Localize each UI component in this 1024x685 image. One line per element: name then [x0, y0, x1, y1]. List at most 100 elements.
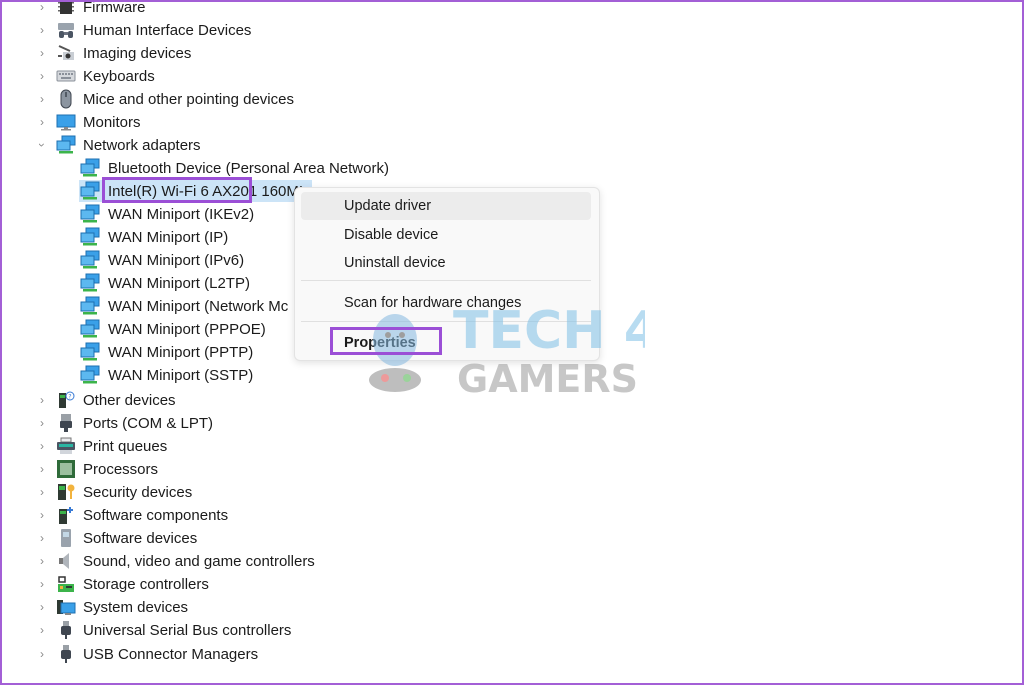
menu-item-disable-device[interactable]: Disable device — [301, 221, 591, 249]
network-adapter-icon — [80, 273, 100, 292]
chevron-right-icon[interactable]: › — [36, 619, 48, 641]
network-adapter-icon — [80, 227, 100, 246]
tree-item-label: WAN Miniport (L2TP) — [108, 274, 250, 292]
camera-icon — [58, 45, 74, 60]
annotation-highlight-box — [330, 327, 442, 355]
tree-item-usb-controllers[interactable]: › Universal Serial Bus controllers — [0, 619, 400, 641]
network-child-item[interactable]: Bluetooth Device (Personal Area Network) — [0, 157, 400, 179]
tree-item-label: System devices — [83, 598, 189, 616]
tree-item-label: Software devices — [83, 529, 198, 547]
tree-item-label: Software components — [83, 506, 229, 524]
network-adapter-icon — [80, 204, 100, 223]
chevron-right-icon[interactable]: › — [36, 458, 48, 480]
processor-icon — [57, 460, 75, 478]
network-adapter-icon — [80, 181, 100, 200]
chevron-down-icon[interactable]: › — [31, 139, 53, 151]
firmware-chip-icon — [58, 0, 74, 14]
tree-item-other-devices[interactable]: › ? Other devices — [0, 389, 400, 411]
tree-item-label: USB Connector Managers — [83, 645, 259, 663]
annotation-highlight-box — [102, 177, 252, 203]
tree-item-print-queues[interactable]: › Print queues — [0, 435, 400, 457]
chevron-right-icon[interactable]: › — [36, 527, 48, 549]
tree-item-label: WAN Miniport (PPTP) — [108, 343, 254, 361]
tree-item-label: Firmware — [83, 0, 146, 16]
tree-item-label: Network adapters — [83, 136, 201, 154]
tree-item-label: Keyboards — [83, 67, 155, 85]
tree-item-label: Universal Serial Bus controllers — [83, 621, 292, 639]
tree-item-mice[interactable]: › Mice and other pointing devices — [0, 88, 400, 110]
keyboard-icon — [56, 70, 76, 82]
tree-item-software-components[interactable]: › Software components — [0, 504, 400, 526]
speaker-icon — [59, 553, 69, 569]
tree-item-sound-video-game[interactable]: › Sound, video and game controllers — [0, 550, 400, 572]
tree-item-security-devices[interactable]: › Security devices — [0, 481, 400, 503]
network-icon — [56, 135, 76, 154]
mouse-icon — [60, 89, 72, 109]
network-child-item[interactable]: WAN Miniport (SSTP) — [0, 364, 400, 386]
chevron-right-icon[interactable]: › — [36, 573, 48, 595]
tree-item-processors[interactable]: › Processors — [0, 458, 400, 480]
tree-item-label: WAN Miniport (PPPOE) — [108, 320, 266, 338]
tree-item-label: Other devices — [83, 391, 176, 409]
network-child-item-selected[interactable]: Intel(R) Wi-Fi 6 AX201 160MI — [0, 177, 320, 203]
chevron-right-icon[interactable]: › — [36, 65, 48, 87]
network-adapter-icon — [80, 365, 100, 384]
tree-item-label: WAN Miniport (IP) — [108, 228, 229, 246]
tree-item-label: Imaging devices — [83, 44, 192, 62]
tree-item-label: Security devices — [83, 483, 193, 501]
software-device-icon — [61, 529, 71, 547]
menu-separator — [301, 280, 591, 281]
tree-item-ports[interactable]: › Ports (COM & LPT) — [0, 412, 400, 434]
tree-item-storage-controllers[interactable]: › Storage controllers — [0, 573, 400, 595]
tree-item-firmware[interactable]: › Firmware — [0, 0, 400, 18]
chevron-right-icon[interactable]: › — [36, 550, 48, 572]
menu-item-update-driver[interactable]: Update driver — [301, 192, 591, 220]
tree-item-software-devices[interactable]: › Software devices — [0, 527, 400, 549]
chevron-right-icon[interactable]: › — [36, 88, 48, 110]
menu-item-uninstall-device[interactable]: Uninstall device — [301, 249, 591, 277]
tree-item-label: WAN Miniport (SSTP) — [108, 366, 254, 384]
other-devices-icon: ? — [59, 391, 75, 408]
tree-item-label: Sound, video and game controllers — [83, 552, 315, 570]
tree-item-system-devices[interactable]: › System devices — [0, 596, 400, 618]
menu-separator — [301, 321, 591, 322]
network-adapter-icon — [80, 158, 100, 177]
system-devices-icon — [57, 600, 76, 615]
software-component-icon — [59, 507, 73, 524]
tree-item-human-interface-devices[interactable]: › Human Interface Devices — [0, 19, 400, 41]
tree-item-label: Storage controllers — [83, 575, 209, 593]
tree-item-label: Human Interface Devices — [83, 21, 252, 39]
tree-item-label: WAN Miniport (IPv6) — [108, 251, 245, 269]
chevron-right-icon[interactable]: › — [36, 0, 48, 18]
network-adapter-icon — [80, 250, 100, 269]
chevron-right-icon[interactable]: › — [36, 435, 48, 457]
tree-item-label: Monitors — [83, 113, 141, 131]
tree-item-label: Bluetooth Device (Personal Area Network) — [108, 159, 389, 177]
watermark-line2: GAMERS — [457, 357, 638, 400]
chevron-right-icon[interactable]: › — [36, 481, 48, 503]
tree-item-network-adapters[interactable]: › Network adapters — [0, 134, 400, 156]
usb-icon — [61, 621, 71, 639]
printer-icon — [57, 437, 75, 454]
network-adapter-icon — [80, 342, 100, 361]
chevron-right-icon[interactable]: › — [36, 42, 48, 64]
tree-item-imaging-devices[interactable]: › Imaging devices — [0, 42, 400, 64]
chevron-right-icon[interactable]: › — [36, 596, 48, 618]
chevron-right-icon[interactable]: › — [36, 389, 48, 411]
chevron-right-icon[interactable]: › — [36, 643, 48, 665]
tree-item-monitors[interactable]: › Monitors — [0, 111, 400, 133]
tree-item-usb-connector-managers[interactable]: › USB Connector Managers — [0, 643, 400, 665]
tree-item-keyboards[interactable]: › Keyboards — [0, 65, 400, 87]
tree-item-label: Mice and other pointing devices — [83, 90, 294, 108]
port-icon — [60, 414, 72, 432]
chevron-right-icon[interactable]: › — [36, 111, 48, 133]
tree-item-label: Print queues — [83, 437, 168, 455]
monitor-icon — [56, 114, 76, 131]
chevron-right-icon[interactable]: › — [36, 19, 48, 41]
network-adapter-icon — [80, 319, 100, 338]
storage-icon — [58, 576, 74, 592]
tree-item-label: WAN Miniport (IKEv2) — [108, 205, 255, 223]
chevron-right-icon[interactable]: › — [36, 412, 48, 434]
menu-item-scan-hardware[interactable]: Scan for hardware changes — [301, 289, 591, 317]
chevron-right-icon[interactable]: › — [36, 504, 48, 526]
